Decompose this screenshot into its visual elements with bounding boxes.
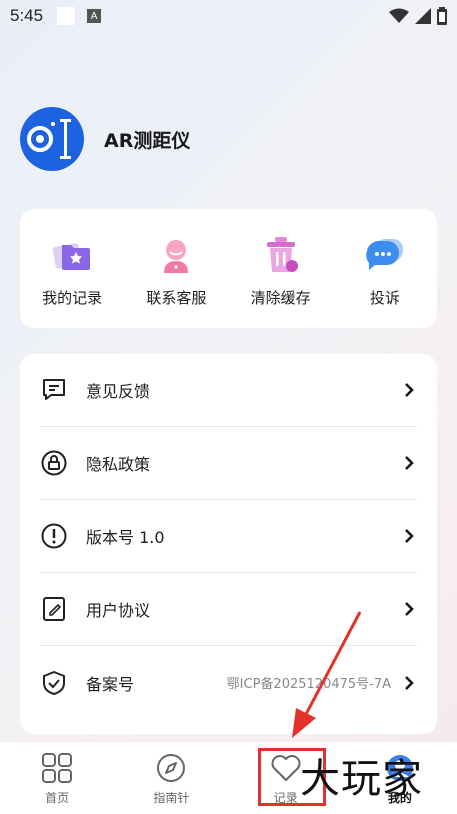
watermark: 大玩家 bbox=[300, 756, 423, 802]
chevron-right-icon bbox=[401, 382, 417, 398]
signal-icon bbox=[415, 8, 431, 24]
menu-item-label: 版本号 1.0 bbox=[86, 528, 165, 547]
quick-action-label: 联系客服 bbox=[146, 289, 207, 307]
menu-item-label: 备案号 bbox=[86, 674, 135, 694]
quick-action-label: 清除缓存 bbox=[250, 289, 311, 307]
quick-action-label: 投诉 bbox=[369, 289, 400, 307]
battery-icon bbox=[437, 7, 447, 25]
tab-label: 首页 bbox=[45, 791, 70, 805]
status-time: 5:45 bbox=[10, 6, 44, 25]
tab-home[interactable]: 首页 bbox=[0, 742, 114, 814]
chevron-right-icon bbox=[401, 528, 417, 544]
chat-bubble-icon bbox=[365, 235, 405, 275]
quick-action-customer-service[interactable]: 联系客服 bbox=[124, 209, 228, 328]
chevron-right-icon bbox=[401, 601, 417, 617]
menu-item-privacy-policy[interactable]: 隐私政策 bbox=[40, 427, 417, 500]
quick-action-label: 我的记录 bbox=[42, 289, 103, 307]
a-badge-icon: A bbox=[87, 9, 102, 23]
shield-check-icon bbox=[40, 669, 68, 697]
app-name: AR测距仪 bbox=[104, 129, 191, 152]
menu-item-user-agreement[interactable]: 用户协议 bbox=[40, 573, 417, 646]
folder-star-icon bbox=[52, 235, 92, 275]
customer-service-icon bbox=[156, 235, 196, 275]
quick-action-my-records[interactable]: 我的记录 bbox=[20, 209, 124, 328]
grid-icon bbox=[42, 753, 73, 783]
menu-item-label: 意见反馈 bbox=[86, 382, 151, 401]
menu-item-label: 用户协议 bbox=[86, 601, 151, 620]
status-bar: 5:45 A bbox=[0, 0, 457, 32]
tab-compass[interactable]: 指南针 bbox=[114, 742, 228, 814]
app-header: AR测距仪 bbox=[20, 107, 190, 171]
quick-action-clear-cache[interactable]: 清除缓存 bbox=[229, 209, 333, 328]
quick-action-complaint[interactable]: 投诉 bbox=[333, 209, 437, 328]
app-logo-icon bbox=[20, 107, 84, 171]
compass-icon bbox=[157, 754, 186, 782]
chevron-right-icon bbox=[401, 675, 417, 691]
info-icon bbox=[40, 522, 68, 550]
menu-item-version[interactable]: 版本号 1.0 bbox=[40, 500, 417, 573]
settings-menu-card: 意见反馈 隐私政策 版本号 1.0 用户协议 备案号 鄂ICP备20251204… bbox=[20, 354, 437, 734]
menu-item-feedback[interactable]: 意见反馈 bbox=[40, 354, 417, 427]
lock-icon bbox=[40, 449, 68, 477]
document-icon bbox=[40, 595, 68, 623]
icp-number: 鄂ICP备2025120475号-7A bbox=[226, 677, 391, 692]
quick-actions-card: 我的记录 联系客服 清除缓存 投诉 bbox=[20, 209, 437, 328]
tab-label: 指南针 bbox=[153, 791, 190, 805]
notification-icon bbox=[57, 7, 76, 25]
chevron-right-icon bbox=[401, 455, 417, 471]
status-indicators bbox=[389, 7, 447, 25]
menu-item-label: 隐私政策 bbox=[86, 455, 151, 474]
menu-item-icp-filing[interactable]: 备案号 鄂ICP备2025120475号-7A bbox=[40, 646, 417, 719]
feedback-icon bbox=[40, 376, 68, 404]
wifi-icon bbox=[389, 8, 409, 23]
trash-bin-icon bbox=[261, 235, 301, 275]
